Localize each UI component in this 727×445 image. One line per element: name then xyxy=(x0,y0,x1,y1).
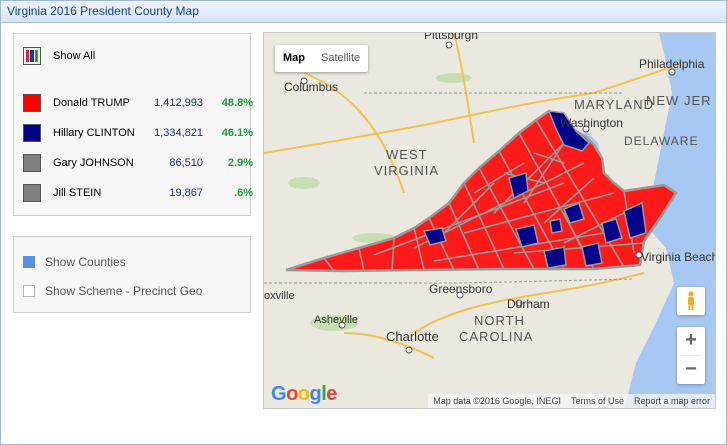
candidate-name: Gary JOHNSON xyxy=(53,157,134,169)
map-type-map-button[interactable]: Map xyxy=(275,45,313,72)
county-map[interactable]: Pittsburgh Philadelphia Columbus MARYLAN… xyxy=(263,32,716,409)
candidate-votes: 1,412,993 xyxy=(154,97,203,109)
map-label-philadelphia: Philadelphia xyxy=(639,57,705,71)
candidate-color-swatch xyxy=(23,124,41,142)
terms-of-use-link[interactable]: Terms of Use xyxy=(566,394,629,408)
street-view-pegman-icon[interactable] xyxy=(677,287,705,315)
map-label-virginia-beach: Virginia Beach xyxy=(641,250,716,264)
zoom-in-button[interactable]: + xyxy=(677,327,705,355)
candidate-color-swatch xyxy=(23,94,41,112)
candidate-row-johnson[interactable]: Gary JOHNSON 86,510 2.9% xyxy=(23,153,253,173)
content-area: Show All Donald TRUMP 1,412,993 48.8% Hi… xyxy=(1,23,726,444)
zoom-out-button[interactable]: − xyxy=(677,356,705,384)
map-type-satellite-button[interactable]: Satellite xyxy=(313,45,368,72)
map-label-columbus: Columbus xyxy=(284,80,338,94)
map-label-durham: Durham xyxy=(507,297,550,311)
show-counties-checkbox[interactable] xyxy=(23,256,35,268)
candidate-percent: 46.1% xyxy=(221,127,253,139)
google-logo[interactable]: Google xyxy=(271,383,337,406)
app-window: Virginia 2016 President County Map Show … xyxy=(0,0,727,445)
candidate-votes: 86,510 xyxy=(169,157,203,169)
map-label-north: NORTH xyxy=(474,313,525,328)
candidate-votes: 1,334,821 xyxy=(154,127,203,139)
candidate-row-trump[interactable]: Donald TRUMP 1,412,993 48.8% xyxy=(23,93,253,113)
map-label-knoxville: oxville xyxy=(264,290,295,302)
show-counties-label: Show Counties xyxy=(45,255,126,269)
map-label-west-virginia: VIRGINIA xyxy=(374,163,439,178)
report-map-error-link[interactable]: Report a map error xyxy=(629,394,715,408)
zoom-control: + − xyxy=(677,327,705,384)
map-canvas[interactable]: Pittsburgh Philadelphia Columbus MARYLAN… xyxy=(264,33,716,409)
map-attribution-bar: Map data ©2016 Google, INEGI Terms of Us… xyxy=(428,394,715,408)
show-scheme-toggle[interactable]: Show Scheme - Precinct Geo xyxy=(23,284,202,298)
map-label-west: WEST xyxy=(386,147,428,162)
candidate-percent: 48.8% xyxy=(221,97,253,109)
candidate-color-swatch xyxy=(23,154,41,172)
map-type-control: Map Satellite xyxy=(275,45,369,72)
park-area xyxy=(288,177,320,189)
show-all-icon xyxy=(23,47,41,65)
candidate-row-clinton[interactable]: Hillary CLINTON 1,334,821 46.1% xyxy=(23,123,253,143)
candidate-percent: .6% xyxy=(234,187,253,199)
candidate-name: Hillary CLINTON xyxy=(53,127,135,139)
map-label-greensboro: Greensboro xyxy=(429,282,493,296)
show-all-label: Show All xyxy=(53,50,96,62)
show-scheme-checkbox[interactable] xyxy=(23,285,35,297)
map-label-pittsburgh: Pittsburgh xyxy=(424,33,478,42)
map-label-maryland: MARYLAND xyxy=(574,97,654,112)
map-label-carolina: CAROLINA xyxy=(459,329,533,344)
map-data-attribution: Map data ©2016 Google, INEGI xyxy=(433,396,561,406)
show-counties-toggle[interactable]: Show Counties xyxy=(23,255,126,269)
candidate-name: Jill STEIN xyxy=(53,187,102,199)
candidate-votes: 19,867 xyxy=(169,187,203,199)
candidate-color-swatch xyxy=(23,184,41,202)
candidate-percent: 2.9% xyxy=(227,157,253,169)
show-scheme-label: Show Scheme - Precinct Geo xyxy=(45,284,203,298)
map-label-charlotte: Charlotte xyxy=(386,329,439,344)
map-label-delaware: DELAWARE xyxy=(624,134,698,148)
options-panel: Show Counties Show Scheme - Precinct Geo xyxy=(13,236,251,313)
map-label-washington: Washington xyxy=(560,116,623,130)
legend-panel: Show All Donald TRUMP 1,412,993 48.8% Hi… xyxy=(13,33,253,216)
map-label-new-jersey: NEW JER xyxy=(646,93,712,108)
window-title: Virginia 2016 President County Map xyxy=(1,1,726,23)
park-area xyxy=(436,73,472,83)
candidate-name: Donald TRUMP xyxy=(53,97,130,109)
map-label-asheville: Asheville xyxy=(314,314,358,326)
candidate-row-stein[interactable]: Jill STEIN 19,867 .6% xyxy=(23,183,253,203)
show-all-button[interactable]: Show All xyxy=(23,47,95,65)
